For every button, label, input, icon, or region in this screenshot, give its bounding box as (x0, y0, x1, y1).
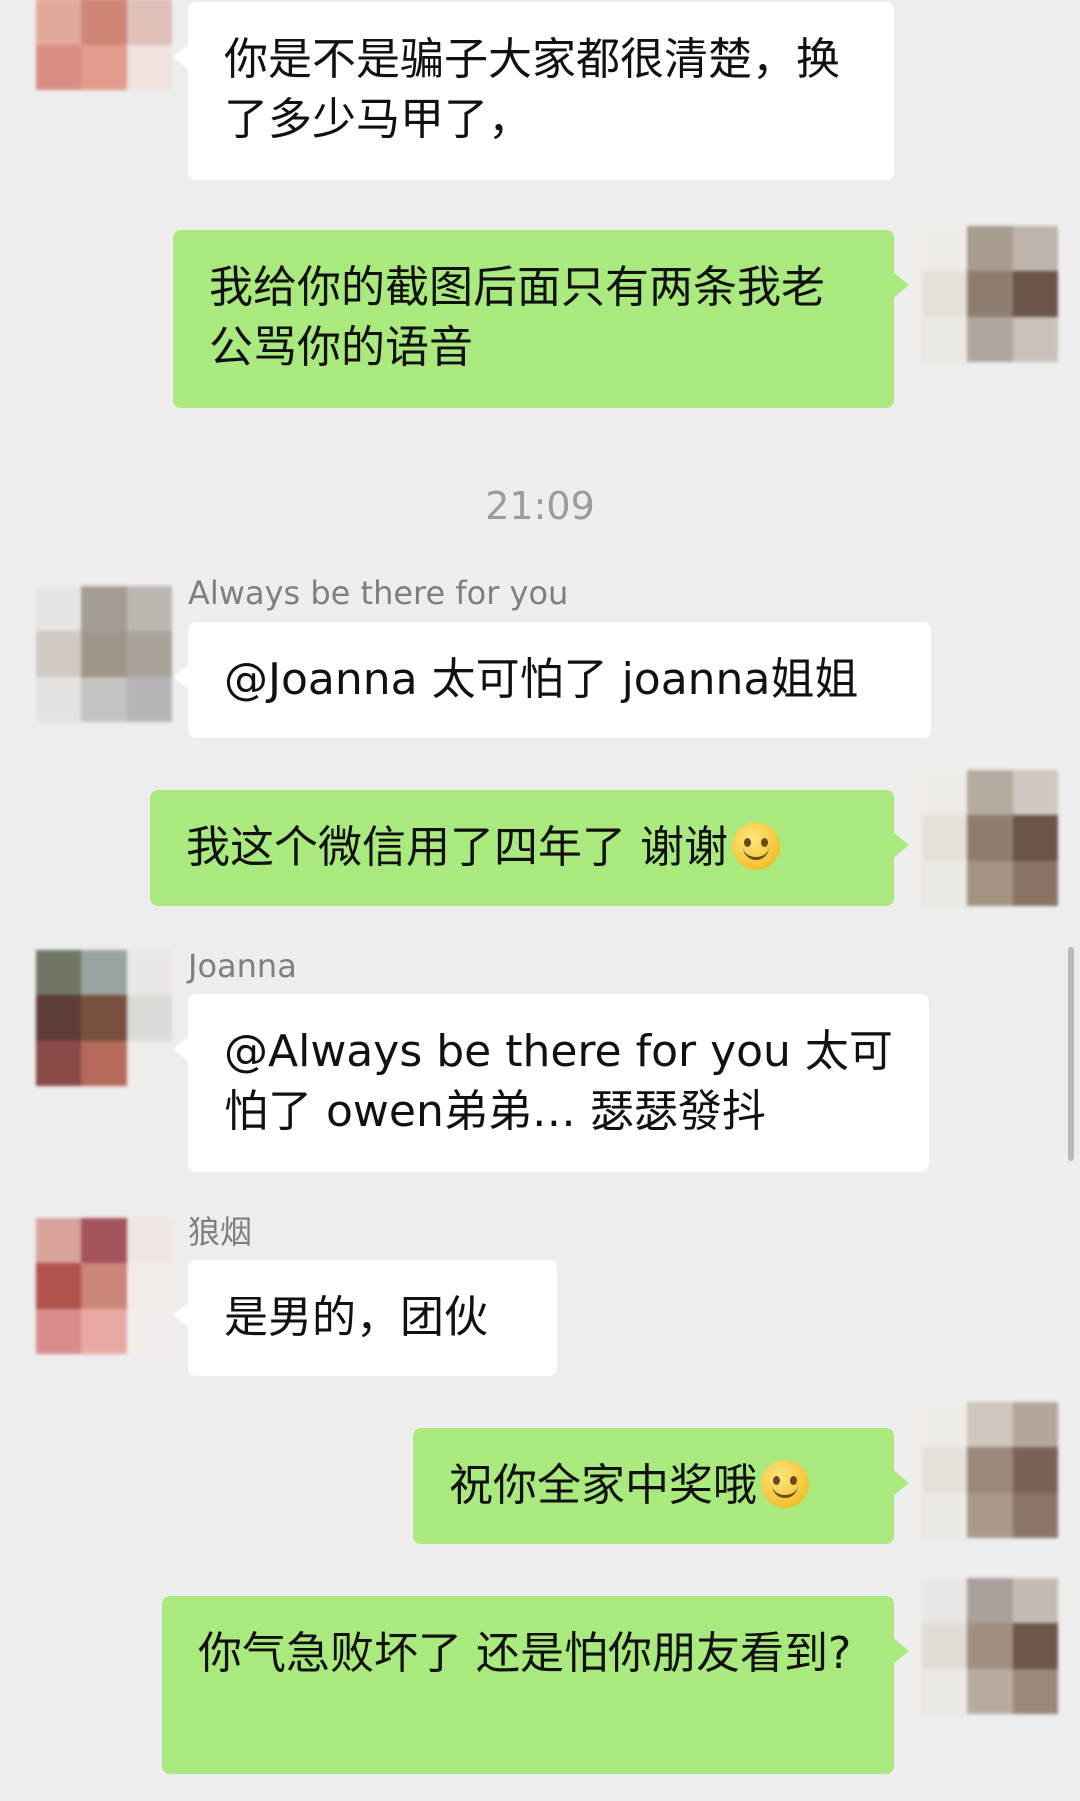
message-text: 我这个微信用了四年了 谢谢 (186, 822, 728, 873)
my-avatar[interactable] (922, 1578, 1058, 1714)
contact-avatar[interactable] (36, 586, 172, 722)
message-timestamp: 21:09 (485, 484, 595, 528)
message-text: @Always be there for you 太可怕了 owen弟弟… 瑟瑟… (224, 1026, 893, 1137)
message-text: 祝你全家中奖哦 (449, 1460, 757, 1511)
chat-view[interactable]: 你是不是骗子大家都很清楚，换了多少马甲了， 我给你的截图后面只有两条我老公骂你的… (0, 0, 1080, 1801)
message-text: 我给你的截图后面只有两条我老公骂你的语音 (209, 262, 825, 373)
outgoing-message-bubble[interactable]: 祝你全家中奖哦 (413, 1428, 909, 1544)
sender-name: Joanna (188, 947, 297, 985)
my-avatar[interactable] (922, 226, 1058, 362)
message-text: 你气急败坏了 还是怕你朋友看到? (198, 1628, 852, 1679)
message-text: 是男的，团伙 (224, 1292, 488, 1343)
incoming-message-bubble[interactable]: @Always be there for you 太可怕了 owen弟弟… 瑟瑟… (173, 994, 929, 1172)
outgoing-message-bubble[interactable]: 我给你的截图后面只有两条我老公骂你的语音 (173, 230, 909, 408)
smile-emoji-icon (732, 822, 780, 870)
sender-name: Always be there for you (188, 574, 569, 612)
scrollbar[interactable] (1068, 947, 1074, 1161)
incoming-message-bubble[interactable]: 你是不是骗子大家都很清楚，换了多少马甲了， (173, 2, 894, 180)
outgoing-message-bubble[interactable]: 我这个微信用了四年了 谢谢 (150, 790, 909, 906)
smile-emoji-icon (761, 1460, 809, 1508)
contact-avatar[interactable] (36, 950, 172, 1086)
message-text: 你是不是骗子大家都很清楚，换了多少马甲了， (224, 34, 840, 145)
outgoing-message-bubble[interactable]: 你气急败坏了 还是怕你朋友看到? (162, 1596, 909, 1774)
incoming-message-bubble[interactable]: 是男的，团伙 (173, 1260, 557, 1376)
message-text: @Joanna 太可怕了 joanna姐姐 (224, 654, 859, 705)
my-avatar[interactable] (922, 1402, 1058, 1538)
sender-name: 狼烟 (188, 1213, 253, 1251)
contact-avatar[interactable] (36, 1218, 172, 1354)
my-avatar[interactable] (922, 770, 1058, 906)
contact-avatar[interactable] (36, 0, 172, 90)
incoming-message-bubble[interactable]: @Joanna 太可怕了 joanna姐姐 (173, 622, 931, 738)
